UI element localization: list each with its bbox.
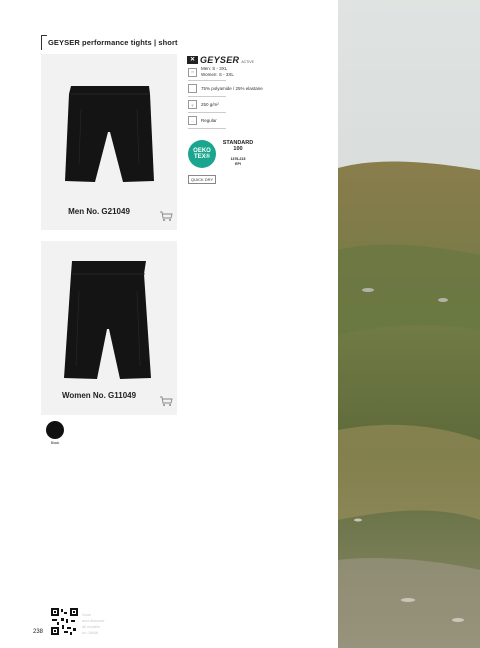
page-number: 238 (33, 629, 44, 635)
quick-dry-badge: QUICK DRY (188, 175, 217, 184)
oeko-tex-logo: OEKO TEX® (188, 140, 216, 168)
divider (188, 128, 226, 129)
cart-icon[interactable] (159, 395, 173, 407)
spec-sizes: ▭ Men: S - 3XL Women: S - 3XL (188, 66, 234, 78)
product-card-men[interactable]: Men No. G21049 (41, 54, 177, 230)
product-label-men: Men No. G21049 (68, 207, 130, 216)
spec-fit-text: Regular (201, 118, 217, 123)
men-shorts-image (65, 86, 154, 182)
women-shorts-image (64, 261, 151, 379)
landscape-photo (338, 0, 480, 648)
page-title: GEYSER performance tights | short (48, 38, 178, 47)
divider (188, 80, 226, 81)
spec-weight-text: 250 g/m² (201, 102, 219, 107)
weight-icon: g (188, 100, 197, 109)
color-swatch-label: Black (50, 441, 60, 445)
spec-material-text: 75% polyamide / 25% elastane (201, 86, 263, 91)
brand-sub: ACTIVE (241, 59, 254, 64)
spec-sizes-women: Women: S - 3XL (201, 72, 234, 77)
color-swatch-black[interactable] (46, 421, 64, 439)
divider (188, 112, 226, 113)
product-label-women: Women No. G11049 (61, 391, 137, 400)
brand-logo: ✕ GEYSER ACTIVE (187, 55, 254, 65)
fit-icon: ↔ (188, 116, 197, 125)
certification-code: 1376-215 EPI (230, 157, 246, 166)
spec-weight: g 250 g/m² (188, 100, 219, 109)
certification-standard: STANDARD 100 (222, 140, 254, 152)
brand-name: GEYSER (200, 55, 240, 65)
title-bracket-icon (41, 35, 47, 50)
size-chart-icon: ▭ (188, 67, 197, 77)
brand-mark-icon: ✕ (187, 56, 198, 64)
spec-material: 75% polyamide / 25% elastane (188, 84, 263, 93)
fabric-icon (188, 84, 197, 93)
cart-icon[interactable] (159, 210, 173, 222)
product-card-women[interactable]: Women No. G11049 (41, 241, 177, 415)
spec-fit: ↔ Regular (188, 116, 217, 125)
qr-caption: Scan and discover all models on JAMA (82, 612, 105, 635)
divider (188, 96, 226, 97)
qr-code-icon[interactable] (51, 608, 78, 635)
